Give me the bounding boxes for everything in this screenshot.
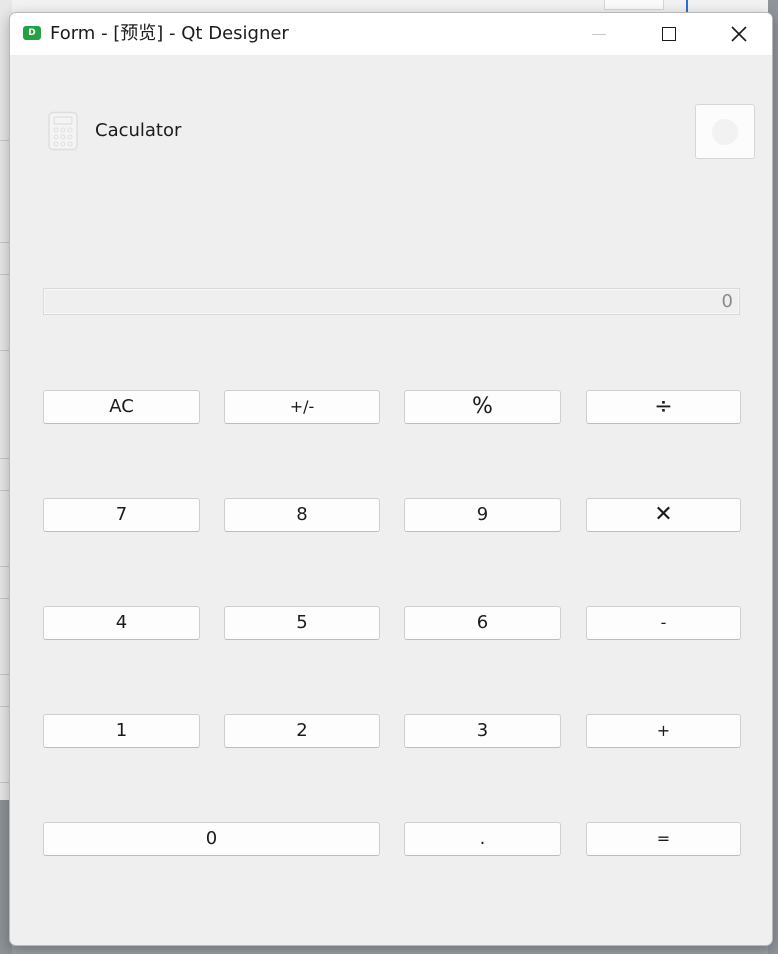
app-title: Caculator [95, 120, 182, 141]
background-button [604, 0, 664, 10]
add-button[interactable]: + [586, 714, 741, 748]
digit-5-button[interactable]: 5 [224, 606, 380, 640]
digit-9-button[interactable]: 9 [404, 498, 561, 532]
settings-icon [712, 118, 738, 145]
decimal-button[interactable]: . [404, 822, 561, 856]
close-button[interactable] [704, 13, 772, 55]
equals-button[interactable]: = [586, 822, 741, 856]
digit-7-button[interactable]: 7 [43, 498, 200, 532]
subtract-button[interactable]: - [586, 606, 741, 640]
multiply-button[interactable]: ✕ [586, 498, 741, 532]
maximize-button[interactable] [634, 13, 704, 55]
digit-2-button[interactable]: 2 [224, 714, 380, 748]
digit-3-button[interactable]: 3 [404, 714, 561, 748]
title-bar[interactable]: D Form - [预览] - Qt Designer [10, 13, 772, 55]
percent-button[interactable]: % [404, 390, 561, 424]
clear-button[interactable]: AC [43, 390, 200, 424]
close-icon [731, 26, 747, 42]
maximize-icon [662, 27, 676, 41]
minimize-button[interactable] [564, 13, 634, 55]
result-display: 0 [43, 288, 740, 315]
digit-1-button[interactable]: 1 [43, 714, 200, 748]
window-title: Form - [预览] - Qt Designer [50, 23, 289, 44]
digit-6-button[interactable]: 6 [404, 606, 561, 640]
qt-designer-icon: D [23, 26, 41, 40]
divide-button[interactable]: ÷ [586, 390, 741, 424]
sign-toggle-button[interactable]: +/- [224, 390, 380, 424]
app-icon-letter: D [28, 27, 36, 38]
digit-4-button[interactable]: 4 [43, 606, 200, 640]
digit-0-button[interactable]: 0 [43, 822, 380, 856]
digit-8-button[interactable]: 8 [224, 498, 380, 532]
calculator-window: D Form - [预览] - Qt Designer Caculator 0 … [9, 12, 773, 946]
settings-button[interactable] [695, 104, 755, 159]
calculator-icon [48, 111, 78, 151]
minimize-icon [592, 33, 606, 35]
